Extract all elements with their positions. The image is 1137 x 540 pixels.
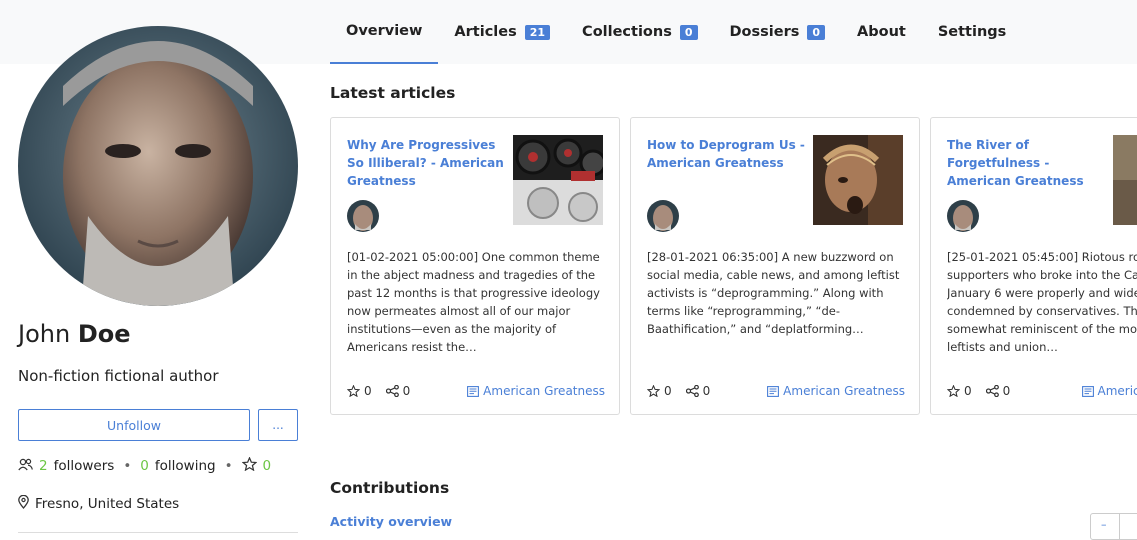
tab-label: Collections (582, 24, 672, 40)
publication-name: American Greatness (483, 384, 605, 398)
article-footer: 0 0 America (947, 384, 1137, 398)
share-count: 0 (402, 384, 411, 398)
publication-link[interactable]: America (1081, 384, 1137, 398)
separator-dot: • (123, 458, 132, 474)
separator-dot: • (224, 458, 233, 474)
location-pin-icon (18, 494, 29, 513)
zoom-control[interactable]: – (1090, 513, 1137, 540)
tab-dossiers[interactable]: Dossiers 0 (714, 0, 842, 64)
publication-link[interactable]: American Greatness (767, 384, 905, 398)
star-stat[interactable]: 0 (347, 384, 372, 398)
share-icon (985, 385, 999, 397)
publication-name: American Greatness (783, 384, 905, 398)
following-count[interactable]: 0 (140, 458, 149, 474)
profile-divider (18, 532, 298, 533)
star-stat[interactable]: 0 (647, 384, 672, 398)
count-badge: 21 (524, 24, 551, 40)
article-excerpt: [01-02-2021 05:00:00] One common theme i… (347, 250, 600, 354)
author-avatar[interactable] (647, 200, 679, 232)
author-avatar[interactable] (947, 200, 979, 232)
star-stat[interactable]: 0 (947, 384, 972, 398)
users-icon (18, 458, 33, 475)
first-name: John (18, 320, 71, 348)
latest-articles-heading: Latest articles (330, 84, 456, 102)
article-card[interactable]: How to Deprogram Us - American Greatness… (630, 117, 920, 415)
share-stat[interactable]: 0 (385, 384, 411, 398)
tab-label: Settings (937, 24, 1007, 40)
share-icon (685, 385, 699, 397)
tab-overview[interactable]: Overview (330, 0, 439, 64)
star-icon (947, 385, 960, 397)
control-divider (1119, 514, 1120, 540)
followers-count[interactable]: 2 (39, 458, 48, 474)
article-title-link[interactable]: How to Deprogram Us - American Greatness (647, 136, 807, 172)
zoom-out-button[interactable]: – (1101, 518, 1107, 531)
newspaper-icon (767, 385, 780, 397)
count-badge: 0 (679, 24, 698, 40)
tab-about[interactable]: About (841, 0, 922, 64)
tab-label: About (857, 24, 906, 40)
article-title-link[interactable]: The River of Forgetfulness - American Gr… (947, 136, 1107, 190)
unfollow-button[interactable]: Unfollow (18, 409, 250, 441)
contributions-heading: Contributions (330, 479, 450, 497)
profile-stats: 2 followers • 0 following • 0 (18, 456, 272, 475)
article-excerpt: [28-01-2021 06:35:00] A new buzzword on … (647, 250, 900, 336)
article-card[interactable]: Why Are Progressives So Illiberal? - Ame… (330, 117, 620, 415)
article-footer: 0 0 American Greatness (347, 384, 605, 398)
star-icon (347, 385, 360, 397)
share-count: 0 (1002, 384, 1011, 398)
article-footer: 0 0 American Greatness (647, 384, 905, 398)
gears-news-image[interactable] (513, 135, 603, 225)
tab-articles[interactable]: Articles 21 (438, 0, 566, 64)
tab-label: Articles (454, 24, 517, 40)
more-options-button[interactable]: ... (258, 409, 298, 441)
count-badge: 0 (807, 24, 826, 40)
star-icon (647, 385, 660, 397)
newspaper-icon (467, 385, 480, 397)
share-count: 0 (702, 384, 711, 398)
clockwork-image[interactable] (813, 135, 903, 225)
share-stat[interactable]: 0 (685, 384, 711, 398)
following-label[interactable]: following (155, 458, 216, 474)
activity-overview-link[interactable]: Activity overview (330, 514, 452, 529)
tab-collections[interactable]: Collections 0 (566, 0, 713, 64)
star-count: 0 (364, 384, 372, 398)
location-text: Fresno, United States (35, 496, 180, 512)
author-avatar[interactable] (347, 200, 379, 232)
profile-bio: Non-fiction fictional author (18, 367, 219, 385)
share-stat[interactable]: 0 (985, 384, 1011, 398)
tab-label: Overview (346, 23, 423, 39)
profile-avatar (18, 26, 298, 306)
article-excerpt: [25-01-2021 05:45:00] Riotous ro support… (947, 250, 1137, 354)
followers-label[interactable]: followers (54, 458, 115, 474)
river-image[interactable] (1113, 135, 1137, 225)
star-count: 0 (664, 384, 672, 398)
last-name: Doe (77, 320, 131, 348)
share-icon (385, 385, 399, 397)
publication-name: America (1097, 384, 1137, 398)
star-count: 0 (964, 384, 972, 398)
tab-settings[interactable]: Settings (922, 0, 1022, 64)
profile-name: John Doe (18, 320, 131, 348)
tab-label: Dossiers (729, 24, 800, 40)
stars-count: 0 (262, 458, 272, 474)
profile-tabs: Overview Articles 21 Collections 0 Dossier… (330, 0, 1022, 64)
star-icon (241, 456, 257, 475)
publication-link[interactable]: American Greatness (467, 384, 605, 398)
article-card[interactable]: The River of Forgetfulness - American Gr… (930, 117, 1137, 415)
newspaper-icon (1081, 385, 1094, 397)
profile-location: Fresno, United States (18, 494, 180, 513)
article-title-link[interactable]: Why Are Progressives So Illiberal? - Ame… (347, 136, 507, 190)
